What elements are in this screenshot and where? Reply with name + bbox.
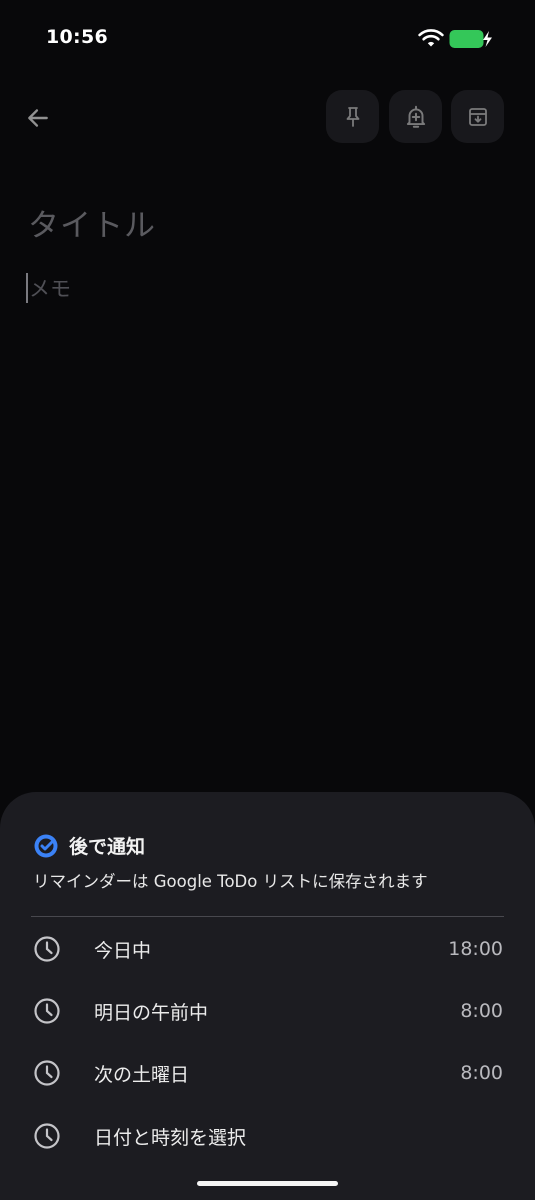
note-title-input[interactable]: タイトル xyxy=(28,200,156,245)
option-label: 今日中 xyxy=(94,939,152,962)
home-indicator[interactable] xyxy=(197,1181,338,1186)
sheet-header: 後で通知 xyxy=(33,832,145,859)
clock-icon xyxy=(34,1123,60,1149)
option-label: 明日の午前中 xyxy=(94,1001,209,1024)
clock-icon xyxy=(34,998,60,1024)
bell-plus-icon xyxy=(406,105,425,128)
option-time: 8:00 xyxy=(460,1062,503,1084)
option-time: 18:00 xyxy=(448,938,503,960)
archive-icon xyxy=(468,107,487,126)
clock-icon xyxy=(34,1060,60,1086)
reminder-sheet: 後で通知 リマインダーは Google ToDo リストに保存されます 今日中 … xyxy=(0,792,535,1200)
status-time: 10:56 xyxy=(46,26,108,48)
clock-icon xyxy=(34,936,60,962)
option-tomorrow-morning[interactable]: 明日の午前中 8:00 xyxy=(0,980,535,1042)
reminder-button[interactable] xyxy=(389,90,442,143)
option-pick-date-time[interactable]: 日付と時刻を選択 xyxy=(0,1105,535,1167)
status-bar: 10:56 xyxy=(0,0,535,76)
note-body-placeholder: メモ xyxy=(29,277,71,301)
archive-button[interactable] xyxy=(451,90,504,143)
pin-button[interactable] xyxy=(326,90,379,143)
battery-charging-icon xyxy=(449,30,492,48)
app-bar xyxy=(0,88,535,148)
option-time: 8:00 xyxy=(460,1000,503,1022)
screen: 10:56 タイトル メモ 後で通知 リマインダーは Google ToDo リ… xyxy=(0,0,535,1200)
option-today[interactable]: 今日中 18:00 xyxy=(0,918,535,980)
option-next-saturday[interactable]: 次の土曜日 8:00 xyxy=(0,1042,535,1104)
option-label: 次の土曜日 xyxy=(94,1063,190,1086)
arrow-left-icon xyxy=(28,109,48,127)
pin-icon xyxy=(346,106,359,127)
sheet-subtitle: リマインダーは Google ToDo リストに保存されます xyxy=(33,872,428,891)
note-body-input[interactable]: メモ xyxy=(26,272,71,304)
wifi-icon xyxy=(418,29,444,47)
check-badge-icon xyxy=(34,834,58,857)
text-cursor xyxy=(26,273,28,303)
divider xyxy=(31,916,504,917)
option-label: 日付と時刻を選択 xyxy=(94,1126,247,1149)
sheet-title: 後で通知 xyxy=(69,836,146,858)
back-button[interactable] xyxy=(18,98,58,138)
